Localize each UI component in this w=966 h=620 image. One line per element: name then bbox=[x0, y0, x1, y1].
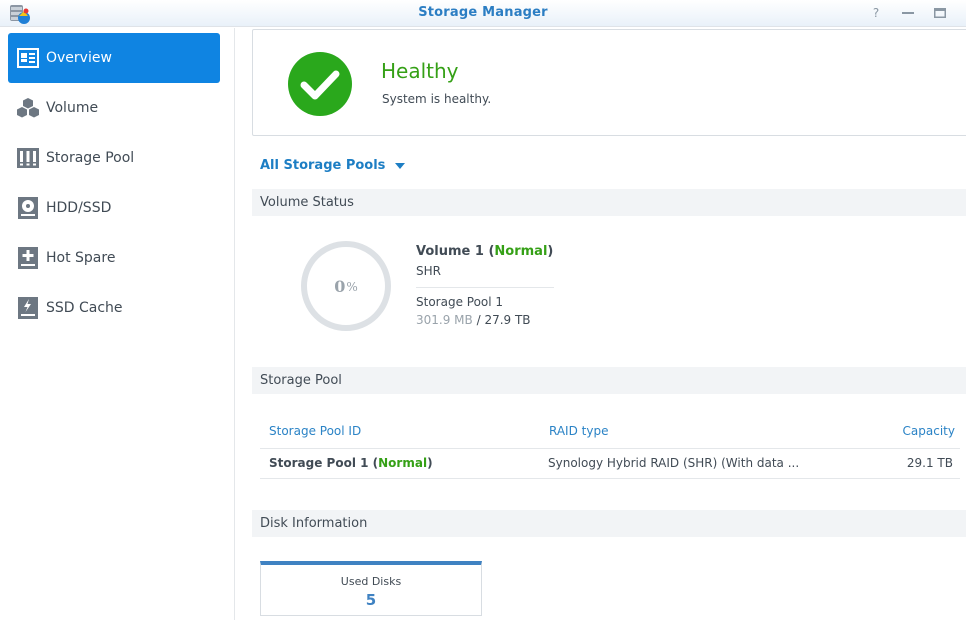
volume-usage-text: 301.9 MB / 27.9 TB bbox=[416, 313, 531, 327]
column-header-raid-type[interactable]: RAID type bbox=[549, 424, 608, 438]
hdd-icon bbox=[17, 197, 39, 219]
volume-usage-percent: 0% bbox=[300, 240, 392, 332]
window-title: Storage Manager bbox=[418, 5, 548, 20]
ssd-cache-icon bbox=[17, 297, 39, 319]
sidebar-item-label: Hot Spare bbox=[46, 250, 116, 266]
divider bbox=[416, 287, 554, 288]
health-status-description: System is healthy. bbox=[382, 92, 492, 106]
volume-usage-unit: % bbox=[346, 280, 358, 294]
paren: ) bbox=[427, 456, 433, 470]
volume-icon bbox=[17, 97, 39, 119]
used-disks-value: 5 bbox=[365, 591, 377, 609]
storage-pool-selector-label: All Storage Pools bbox=[260, 158, 386, 173]
sidebar-item-label: Storage Pool bbox=[46, 150, 135, 166]
healthy-check-icon bbox=[288, 52, 352, 116]
volume-total: 27.9 TB bbox=[484, 313, 531, 327]
sidebar-item-overview[interactable]: Overview bbox=[8, 33, 220, 83]
pool-id-cell: Storage Pool 1 (Normal) bbox=[269, 456, 433, 470]
volume-raid-type: SHR bbox=[416, 264, 441, 278]
volume-name-text: Volume 1 bbox=[416, 244, 484, 259]
help-icon: ? bbox=[872, 6, 880, 20]
health-status-card: Healthy System is healthy. bbox=[252, 29, 966, 136]
volume-status-header: Volume Status bbox=[252, 189, 966, 216]
sidebar: Overview Volume Storage Pool HDD/SSD Hot… bbox=[0, 28, 235, 620]
raid-type-cell: Synology Hybrid RAID (SHR) (With data ..… bbox=[548, 456, 800, 470]
minimize-icon bbox=[902, 12, 914, 14]
hot-spare-icon bbox=[17, 247, 39, 269]
volume-used: 301.9 MB bbox=[416, 313, 473, 327]
volume-name[interactable]: Volume 1 (Normal) bbox=[416, 244, 553, 259]
storage-pool-selector[interactable]: All Storage Pools bbox=[260, 158, 406, 173]
maximize-icon bbox=[934, 8, 946, 18]
sidebar-item-hot-spare[interactable]: Hot Spare bbox=[8, 233, 220, 283]
sidebar-item-volume[interactable]: Volume bbox=[8, 83, 220, 133]
used-disks-label: Used Disks bbox=[340, 575, 402, 588]
separator: / bbox=[472, 313, 485, 327]
maximize-button[interactable] bbox=[931, 4, 949, 22]
help-button[interactable]: ? bbox=[867, 4, 885, 22]
overview-icon bbox=[17, 47, 39, 69]
paren: ( bbox=[368, 456, 379, 470]
volume-state-badge: Normal bbox=[494, 244, 548, 259]
title-bar: Storage Manager ? bbox=[0, 0, 966, 27]
main-content: Healthy System is healthy. All Storage P… bbox=[236, 28, 966, 620]
pool-id-text: Storage Pool 1 bbox=[269, 456, 369, 470]
pool-state-badge: Normal bbox=[378, 456, 428, 470]
volume-usage-number: 0 bbox=[334, 276, 346, 296]
minimize-button[interactable] bbox=[899, 4, 917, 22]
paren: ) bbox=[547, 244, 554, 259]
column-header-pool-id[interactable]: Storage Pool ID bbox=[269, 424, 361, 438]
used-disks-card[interactable]: Used Disks 5 bbox=[260, 561, 482, 616]
sidebar-item-storage-pool[interactable]: Storage Pool bbox=[8, 133, 220, 183]
divider bbox=[260, 478, 960, 479]
disk-information-header: Disk Information bbox=[252, 510, 966, 537]
health-status-title: Healthy bbox=[381, 59, 459, 83]
storage-pool-header: Storage Pool bbox=[252, 367, 966, 394]
column-header-capacity[interactable]: Capacity bbox=[903, 424, 955, 438]
sidebar-item-label: Overview bbox=[46, 50, 112, 66]
paren: ( bbox=[483, 244, 495, 259]
storage-pool-icon bbox=[17, 147, 39, 169]
sidebar-item-ssd-cache[interactable]: SSD Cache bbox=[8, 283, 220, 333]
capacity-cell: 29.1 TB bbox=[906, 456, 953, 470]
sidebar-item-label: HDD/SSD bbox=[46, 200, 112, 216]
sidebar-item-hdd-ssd[interactable]: HDD/SSD bbox=[8, 183, 220, 233]
volume-pool-name: Storage Pool 1 bbox=[416, 295, 504, 309]
sidebar-item-label: Volume bbox=[46, 100, 99, 116]
sidebar-item-label: SSD Cache bbox=[46, 300, 123, 316]
dropdown-caret-icon bbox=[395, 162, 406, 169]
